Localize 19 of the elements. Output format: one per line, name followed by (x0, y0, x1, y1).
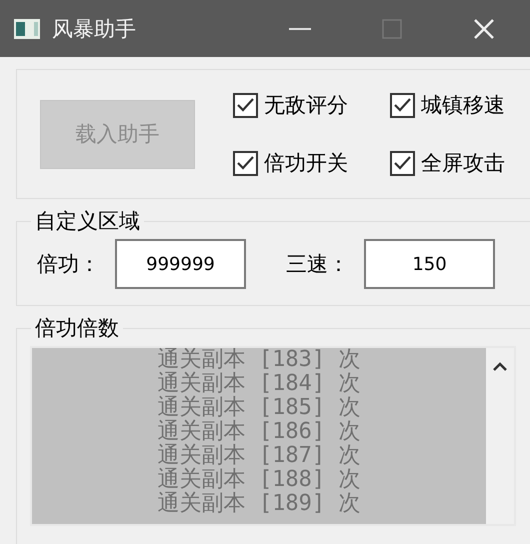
checkbox[interactable] (390, 92, 415, 118)
field-label: 倍功： (37, 251, 101, 278)
field-label: 三速： (286, 251, 350, 278)
group-title: 倍功倍数 (34, 315, 120, 342)
checkbox-label: 无敌评分 (264, 92, 348, 119)
checkbox-label: 城镇移速 (421, 92, 505, 119)
checkbox[interactable] (390, 150, 415, 176)
minimize-icon (289, 26, 311, 30)
group-title: 自定义区域 (34, 208, 141, 235)
app-icon (14, 18, 40, 38)
maximize-icon (382, 18, 402, 38)
checkbox[interactable] (233, 92, 258, 118)
number-field[interactable]: 150 (364, 239, 495, 289)
close-icon (473, 18, 495, 40)
window-title: 风暴助手 (52, 16, 137, 42)
checkbox-label: 倍功开关 (264, 150, 348, 177)
number-field[interactable]: 999999 (115, 239, 246, 289)
checkbox-label: 全屏攻击 (421, 150, 505, 177)
checkbox[interactable] (233, 150, 258, 176)
